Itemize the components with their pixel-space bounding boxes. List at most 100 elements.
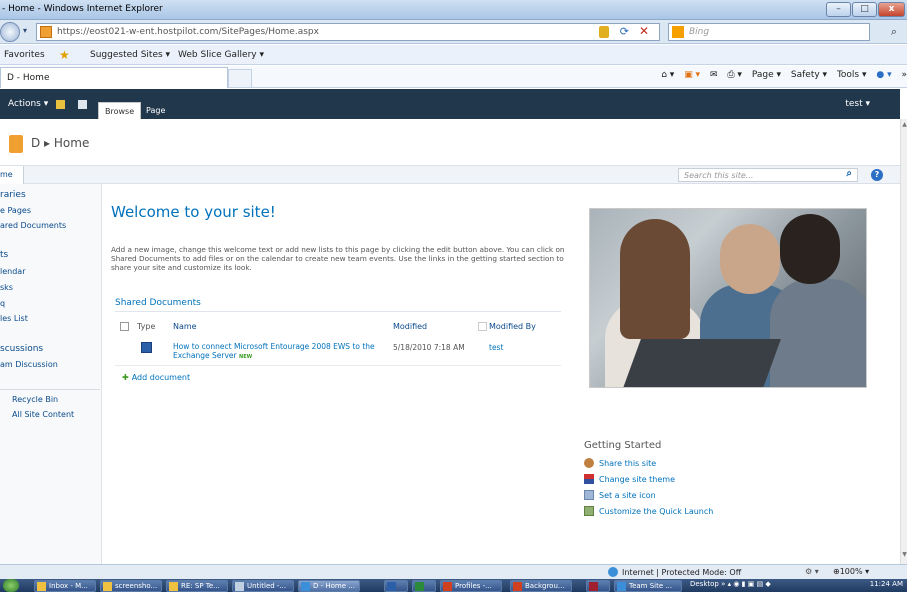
site-title-area: D ▸ Home — [0, 119, 900, 165]
col-type[interactable]: Type — [137, 322, 155, 331]
back-button[interactable] — [0, 22, 20, 42]
navigate-up-icon[interactable] — [56, 100, 65, 109]
user-menu[interactable]: test ▾ — [845, 99, 870, 109]
taskbar-item-screenshot[interactable]: screensho... — [100, 580, 162, 592]
edit-page-icon[interactable] — [78, 100, 87, 109]
new-tab-button[interactable] — [228, 69, 252, 87]
help-button[interactable]: ? — [871, 169, 883, 181]
feeds-icon[interactable]: ▣ ▾ — [684, 70, 700, 80]
taskbar-item-word[interactable] — [384, 580, 408, 592]
cmd-safety[interactable]: Safety ▾ — [791, 70, 827, 80]
gs-site-icon[interactable]: Set a site icon — [584, 490, 656, 500]
print-icon[interactable]: ⎙ ▾ — [727, 70, 742, 80]
clock[interactable]: 11:24 AM — [870, 580, 903, 588]
document-name-link[interactable]: How to connect Microsoft Entourage 2008 … — [173, 342, 385, 362]
lock-icon[interactable] — [599, 26, 609, 38]
gs-customize-quick-launch[interactable]: Customize the Quick Launch — [584, 506, 713, 516]
favorites-button[interactable]: Favorites — [4, 50, 45, 60]
document-name[interactable]: How to connect Microsoft Entourage 2008 … — [173, 342, 375, 360]
search-placeholder: Bing — [689, 27, 710, 37]
ql-all-site-content[interactable]: All Site Content — [12, 410, 74, 419]
cmd-tools[interactable]: Tools ▾ — [837, 70, 867, 80]
taskbar-item-inbox[interactable]: Inbox - M... — [34, 580, 96, 592]
ie-icon — [617, 582, 626, 591]
scroll-down-icon[interactable]: ▼ — [901, 551, 907, 558]
site-search-icon[interactable]: ⌕ — [846, 168, 852, 179]
ql-q[interactable]: q — [0, 299, 5, 308]
refresh-icon[interactable]: ⟳ — [620, 25, 629, 38]
select-all-checkbox[interactable] — [120, 322, 129, 331]
tab-page[interactable]: Page — [140, 102, 171, 119]
browser-tab[interactable]: D - Home — [0, 67, 228, 88]
site-actions-menu[interactable]: Actions ▾ — [8, 99, 48, 109]
window-title: - Home - Windows Internet Explorer — [2, 4, 163, 14]
zoom-level[interactable]: ⊕100% ▾ — [833, 567, 869, 576]
taskbar-item-re-sp[interactable]: RE: SP Te... — [166, 580, 228, 592]
ql-calendar[interactable]: lendar — [0, 267, 25, 276]
col-modified[interactable]: Modified — [393, 322, 427, 331]
suggested-sites-link[interactable]: Suggested Sites ▾ — [90, 50, 170, 60]
address-bar[interactable]: https://eost021-w-ent.hostpilot.com/Site… — [36, 23, 660, 41]
security-zone[interactable]: Internet | Protected Mode: Off — [608, 567, 741, 577]
ql-recycle-bin[interactable]: Recycle Bin — [12, 395, 58, 404]
home-icon[interactable]: ⌂ ▾ — [661, 70, 674, 80]
taskbar-item-background[interactable]: Backgrou... — [510, 580, 572, 592]
ql-shared-documents[interactable]: ared Documents — [0, 221, 66, 230]
taskbar-item-profiles[interactable]: Profiles -... — [440, 580, 502, 592]
taskbar-item-excel[interactable] — [412, 580, 436, 592]
nav-home-tab[interactable]: me — [0, 166, 24, 184]
gs-change-theme[interactable]: Change site theme — [584, 474, 675, 484]
ql-tasks[interactable]: sks — [0, 283, 13, 292]
search-box[interactable]: Bing ⌕ — [668, 23, 897, 41]
new-badge: NEW — [239, 354, 253, 360]
add-icon: ✚ — [122, 373, 129, 382]
vertical-scrollbar[interactable]: ▲ ▼ — [900, 119, 907, 564]
ql-files-list[interactable]: les List — [0, 314, 28, 323]
col-modified-by[interactable]: Modified By — [489, 322, 536, 331]
globe-icon — [608, 567, 618, 577]
taskbar-item-access[interactable] — [586, 580, 610, 592]
gs-share-site[interactable]: Share this site — [584, 458, 656, 468]
taskbar-item-untitled[interactable]: Untitled -... — [232, 580, 294, 592]
taskbar-label: Profiles -... — [455, 582, 492, 590]
history-dropdown-icon[interactable]: ▾ — [23, 26, 27, 35]
site-logo-icon[interactable] — [9, 135, 23, 153]
ql-team-discussion[interactable]: am Discussion — [0, 360, 58, 369]
window-titlebar: - Home - Windows Internet Explorer – □ x — [0, 0, 907, 20]
ql-site-pages[interactable]: e Pages — [0, 206, 31, 215]
add-favorite-star-icon[interactable]: ★ — [59, 49, 72, 61]
minimize-button[interactable]: – — [826, 2, 851, 17]
row-divider — [115, 365, 561, 366]
maximize-button[interactable]: □ — [852, 2, 877, 17]
web-slice-gallery-link[interactable]: Web Slice Gallery ▾ — [178, 50, 264, 60]
ql-lists[interactable]: ts — [0, 250, 8, 260]
close-button[interactable]: x — [878, 2, 905, 17]
ql-libraries[interactable]: raries — [0, 190, 26, 200]
mail-icon[interactable]: ✉ — [710, 70, 718, 80]
stop-icon[interactable]: ✕ — [639, 24, 649, 38]
add-document-link[interactable]: ✚ Add document — [122, 373, 190, 382]
col-name[interactable]: Name — [173, 322, 197, 331]
breadcrumb[interactable]: D ▸ Home — [31, 136, 89, 150]
shared-documents-title[interactable]: Shared Documents — [115, 298, 201, 308]
help-icon[interactable]: ● ▾ — [876, 70, 891, 80]
tab-row: D - Home ⌂ ▾ ▣ ▾ ✉ ⎙ ▾ Page ▾ Safety ▾ T… — [0, 66, 907, 88]
overflow-chevron-icon[interactable]: » — [901, 70, 907, 80]
taskbar-label: Team Site ... — [629, 582, 673, 590]
url-text[interactable]: https://eost021-w-ent.hostpilot.com/Site… — [57, 27, 319, 37]
command-bar: ⌂ ▾ ▣ ▾ ✉ ⎙ ▾ Page ▾ Safety ▾ Tools ▾ ● … — [654, 70, 907, 80]
start-button[interactable] — [3, 579, 19, 592]
document-modified-by[interactable]: test — [489, 343, 503, 352]
gs-site-icon-label: Set a site icon — [599, 491, 656, 500]
search-icon[interactable]: ⌕ — [891, 25, 897, 39]
taskbar-item-d-home[interactable]: D - Home ... — [298, 580, 360, 592]
site-search-input[interactable]: Search this site... ⌕ — [678, 168, 858, 182]
ql-discussions[interactable]: scussions — [0, 344, 43, 354]
protected-mode-icon[interactable]: ⚙ ▾ — [805, 567, 819, 576]
desktop-label: Desktop — [690, 580, 719, 588]
tab-browse[interactable]: Browse — [98, 102, 142, 119]
cmd-page[interactable]: Page ▾ — [752, 70, 781, 80]
desktop-toolbar[interactable]: Desktop » ▴ ◉ ▮ ▣ ▤ ◆ — [690, 580, 771, 588]
scroll-up-icon[interactable]: ▲ — [901, 121, 907, 128]
taskbar-item-team-site[interactable]: Team Site ... — [614, 580, 682, 592]
